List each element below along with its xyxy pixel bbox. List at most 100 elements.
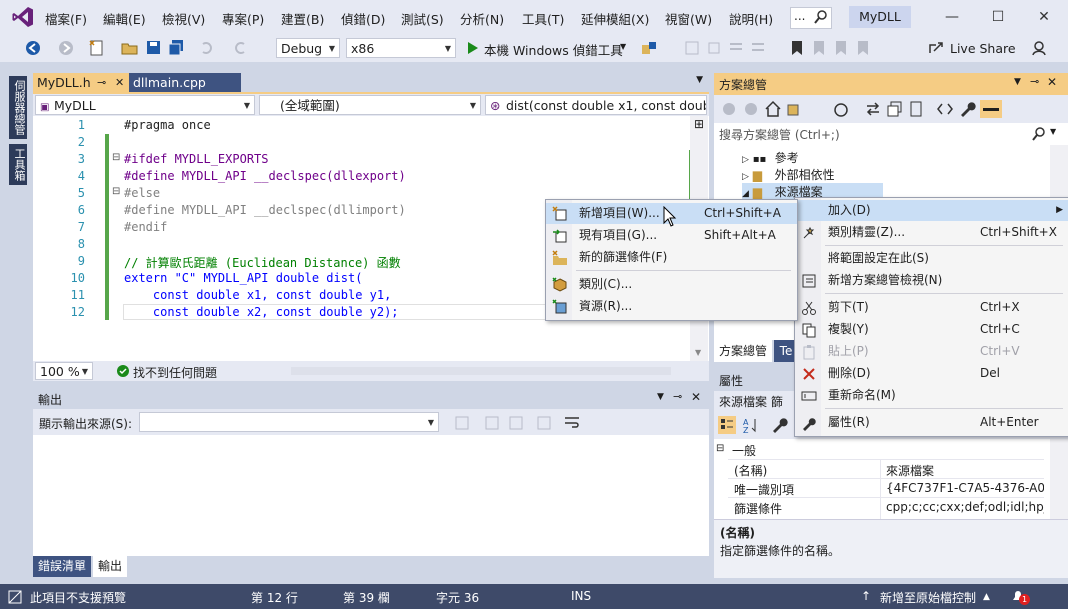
categorized-icon[interactable] xyxy=(718,416,736,434)
menu-window[interactable]: 視窗(W) xyxy=(665,9,712,28)
close-icon[interactable]: ✕ xyxy=(691,390,701,404)
forward-icon[interactable] xyxy=(742,100,760,118)
solution-explorer-search[interactable]: 搜尋方案總管 (Ctrl+;) ▼ xyxy=(714,123,1068,146)
solution-platform-select[interactable]: x86 ▼ xyxy=(346,38,456,58)
next-message-icon[interactable] xyxy=(507,414,525,432)
tree-item-references[interactable]: ▷ ▪▪ 參考 xyxy=(742,149,799,166)
tree-item-external-dependencies[interactable]: ▷ ▆ 外部相依性 xyxy=(742,166,835,183)
menu-edit[interactable]: 編輯(E) xyxy=(103,9,146,28)
search-input[interactable]: 搜尋方案總管 (Ctrl+;) xyxy=(719,126,840,143)
pin-icon[interactable]: ⊸ xyxy=(1030,75,1039,88)
preview-selected-icon[interactable] xyxy=(980,100,1002,118)
tab-error-list[interactable]: 錯誤清單 xyxy=(33,556,91,577)
panel-menu-icon[interactable]: ▼ xyxy=(657,392,664,402)
property-row[interactable]: 篩選條件 cpp;c;cc;cxx;def;odl;idl;hpj;b xyxy=(728,497,1044,517)
save-icon[interactable] xyxy=(145,39,163,57)
bookmark-icon[interactable] xyxy=(788,39,806,57)
solution-configuration-select[interactable]: Debug ▼ xyxy=(276,38,340,58)
minimize-button[interactable]: — xyxy=(929,0,975,34)
start-debugging-button[interactable]: 本機 Windows 偵錯工具 xyxy=(484,40,623,59)
tab-output[interactable]: 輸出 xyxy=(93,556,127,577)
collapse-icon[interactable]: ◢ xyxy=(742,189,749,199)
collapse-icon[interactable]: ⊟ xyxy=(112,152,120,163)
redo-icon[interactable] xyxy=(231,39,249,57)
alphabetical-icon[interactable]: AZ xyxy=(742,416,760,434)
next-bookmark-icon[interactable] xyxy=(810,39,828,57)
home-icon[interactable] xyxy=(764,100,782,118)
word-wrap-icon[interactable] xyxy=(563,414,581,432)
view-code-icon[interactable] xyxy=(936,100,954,118)
menu-item-class[interactable]: 類別(C)... xyxy=(546,274,797,295)
menu-item-rename[interactable]: 重新命名(M) xyxy=(795,385,1068,406)
collapse-icon[interactable]: ⊟ xyxy=(716,443,724,454)
zoom-dropdown[interactable]: 100 % ▼ xyxy=(35,362,93,380)
menu-build[interactable]: 建置(B) xyxy=(281,9,324,28)
back-icon[interactable] xyxy=(720,100,738,118)
server-explorer-tab[interactable]: 伺服器總管 xyxy=(9,76,27,139)
add-to-source-control-button[interactable]: 新增至原始檔控制 xyxy=(880,589,976,606)
tab-mydll-h[interactable]: MyDLL.h ⊸ ✕ xyxy=(33,73,129,92)
properties-scrollbar[interactable] xyxy=(1050,439,1068,519)
menu-item-delete[interactable]: 刪除(D) Del xyxy=(795,363,1068,384)
member-dropdown[interactable]: ⊛ dist(const double x1, const doubl xyxy=(485,95,707,115)
search-input[interactable]: ... xyxy=(794,9,805,23)
menu-help[interactable]: 說明(H) xyxy=(729,9,773,28)
save-all-icon[interactable] xyxy=(167,39,185,57)
horizontal-scrollbar[interactable] xyxy=(291,367,671,375)
collapse-all-icon[interactable] xyxy=(886,100,904,118)
chevron-down-icon[interactable]: ▼ xyxy=(1050,127,1056,136)
menu-extensions[interactable]: 延伸模組(X) xyxy=(581,9,649,28)
expand-icon[interactable]: ▷ xyxy=(742,155,749,165)
tab-dllmain-cpp[interactable]: dllmain.cpp xyxy=(129,73,241,92)
status-insert-mode[interactable]: INS xyxy=(571,589,591,603)
menu-tools[interactable]: 工具(T) xyxy=(522,9,564,28)
open-folder-icon[interactable] xyxy=(121,39,139,57)
forward-icon[interactable] xyxy=(57,39,75,57)
tab-solution-explorer[interactable]: 方案總管 xyxy=(714,340,772,362)
switch-views-icon[interactable] xyxy=(786,100,804,118)
live-share-button[interactable]: Live Share xyxy=(950,41,1016,56)
menu-item-copy[interactable]: 複製(Y) Ctrl+C xyxy=(795,319,1068,340)
pin-icon[interactable]: ⊸ xyxy=(97,73,106,92)
menu-analyze[interactable]: 分析(N) xyxy=(460,9,504,28)
show-all-files-icon[interactable] xyxy=(908,100,926,118)
output-source-select[interactable]: ▼ xyxy=(139,412,439,432)
close-icon[interactable]: ✕ xyxy=(1047,75,1057,89)
find-message-icon[interactable] xyxy=(453,414,471,432)
back-icon[interactable] xyxy=(24,39,42,57)
comment-icon[interactable] xyxy=(727,39,745,57)
menu-item-cut[interactable]: 剪下(T) Ctrl+X xyxy=(795,297,1068,318)
collapse-icon[interactable]: ⊟ xyxy=(112,186,120,197)
pending-changes-icon[interactable] xyxy=(832,100,850,118)
property-pages-icon[interactable] xyxy=(770,416,788,434)
issues-status[interactable]: 找不到任何問題 xyxy=(133,364,217,381)
undo-icon[interactable] xyxy=(198,39,216,57)
menu-item-add[interactable]: 加入(D) ▶ xyxy=(795,200,1068,221)
sync-icon[interactable] xyxy=(864,100,882,118)
scroll-down-icon[interactable]: ▼ xyxy=(695,348,701,357)
previous-message-icon[interactable] xyxy=(483,414,501,432)
step-icon[interactable] xyxy=(705,39,723,57)
menu-item-class-wizard[interactable]: 類別精靈(Z)... Ctrl+Shift+X xyxy=(795,222,1068,243)
property-row[interactable]: 唯一識別項 {4FC737F1-C7A5-4376-A066 xyxy=(728,478,1044,498)
close-button[interactable]: ✕ xyxy=(1021,0,1067,34)
menu-item-resource[interactable]: 資源(R)... xyxy=(546,296,797,317)
panel-menu-icon[interactable]: ▼ xyxy=(1014,77,1021,87)
expand-icon[interactable]: ▷ xyxy=(742,172,749,182)
menu-item-properties[interactable]: 屬性(R) Alt+Enter xyxy=(795,412,1068,433)
menu-item-scope-to-this[interactable]: 將範圍設定在此(S) xyxy=(795,248,1068,269)
menu-item-new-filter[interactable]: 新的篩選條件(F) xyxy=(546,247,797,268)
maximize-button[interactable]: ☐ xyxy=(975,0,1021,34)
output-text-area[interactable] xyxy=(33,435,709,556)
menu-item-existing-item[interactable]: 現有項目(G)... Shift+Alt+A xyxy=(546,225,797,246)
properties-wrench-icon[interactable] xyxy=(958,100,976,118)
split-icon[interactable]: ⊞ xyxy=(694,117,704,131)
chevron-down-icon[interactable]: ▼ xyxy=(620,42,626,51)
menu-project[interactable]: 專案(P) xyxy=(222,9,264,28)
clear-bookmarks-icon[interactable] xyxy=(854,39,872,57)
search-box[interactable]: ... xyxy=(790,7,832,29)
pin-icon[interactable]: ⊸ xyxy=(673,390,682,403)
find-icon[interactable] xyxy=(640,39,658,57)
menu-test[interactable]: 測試(S) xyxy=(401,9,444,28)
new-project-icon[interactable] xyxy=(88,39,106,57)
